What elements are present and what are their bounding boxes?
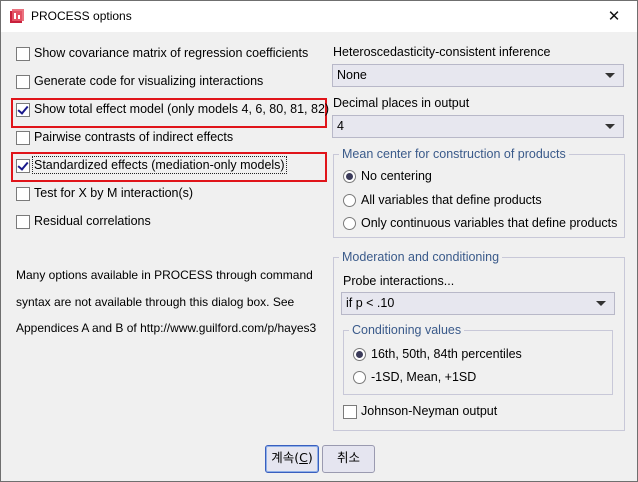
probe-interactions-label: Probe interactions... xyxy=(343,274,455,288)
help-text-line-2: syntax are not available through this di… xyxy=(16,295,295,309)
decimal-places-value: 4 xyxy=(337,119,344,133)
radio-label: All variables that define products xyxy=(361,193,542,207)
radio-label: No centering xyxy=(361,169,432,183)
checkbox-label: Test for X by M interaction(s) xyxy=(34,186,194,200)
window-title: PROCESS options xyxy=(31,9,132,23)
checkbox-label: Residual correlations xyxy=(34,214,151,228)
hc-inference-value: None xyxy=(337,68,367,82)
checkbox-box[interactable] xyxy=(16,131,30,145)
conditioning-values-title: Conditioning values xyxy=(349,323,465,337)
decimal-places-select[interactable]: 4 xyxy=(332,115,624,138)
moderation-group-title: Moderation and conditioning xyxy=(339,250,503,264)
radio-label: Only continuous variables that define pr… xyxy=(361,216,618,230)
checkbox-label: Pairwise contrasts of indirect effects xyxy=(34,130,234,144)
continue-suffix: ) xyxy=(307,450,313,465)
hc-inference-label: Heteroscedasticity-consistent inference xyxy=(333,45,551,59)
continue-button[interactable]: 계속(C) xyxy=(265,445,319,473)
chevron-down-icon xyxy=(605,124,615,129)
decimal-places-label: Decimal places in output xyxy=(333,96,470,110)
checkbox-label: Generate code for visualizing interactio… xyxy=(34,74,264,88)
checkbox-box[interactable] xyxy=(16,187,30,201)
checkbox-box[interactable] xyxy=(16,103,30,117)
checkbox-box[interactable] xyxy=(16,159,30,173)
checkbox-label: Show covariance matrix of regression coe… xyxy=(34,46,309,60)
checkbox-box[interactable] xyxy=(16,215,30,229)
conditioning-values-group xyxy=(343,330,613,395)
radio-label: 16th, 50th, 84th percentiles xyxy=(371,347,522,361)
cancel-button[interactable]: 취소 xyxy=(322,445,375,473)
help-text-line-1: Many options available in PROCESS throug… xyxy=(16,268,313,282)
continue-button-label: 계속( xyxy=(271,450,300,465)
title-bar: PROCESS options ✕ xyxy=(1,1,637,32)
radio-label: -1SD, Mean, +1SD xyxy=(371,370,477,384)
close-icon[interactable]: ✕ xyxy=(591,1,637,32)
help-text-line-3: Appendices A and B of http://www.guilfor… xyxy=(16,321,317,335)
radio-button[interactable] xyxy=(343,170,356,183)
checkbox-label: Johnson-Neyman output xyxy=(361,404,498,418)
spss-app-icon xyxy=(10,9,24,23)
checkbox-box[interactable] xyxy=(343,405,357,419)
chevron-down-icon xyxy=(596,301,606,306)
radio-button[interactable] xyxy=(343,194,356,207)
chevron-down-icon xyxy=(605,73,615,78)
checkbox-label: Show total effect model (only models 4, … xyxy=(34,102,330,116)
hc-inference-select[interactable]: None xyxy=(332,64,624,87)
radio-button[interactable] xyxy=(353,348,366,361)
checkbox-box[interactable] xyxy=(16,47,30,61)
checkbox-box[interactable] xyxy=(16,75,30,89)
radio-button[interactable] xyxy=(353,371,366,384)
process-options-dialog: PROCESS options ✕ Show covariance matrix… xyxy=(0,0,638,482)
checkbox-label: Standardized effects (mediation-only mod… xyxy=(32,156,287,174)
continue-mnemonic: C xyxy=(299,450,308,465)
mean-center-group-title: Mean center for construction of products xyxy=(339,147,569,161)
probe-interactions-select[interactable]: if p < .10 xyxy=(341,292,615,315)
probe-interactions-value: if p < .10 xyxy=(346,296,395,310)
radio-button[interactable] xyxy=(343,217,356,230)
